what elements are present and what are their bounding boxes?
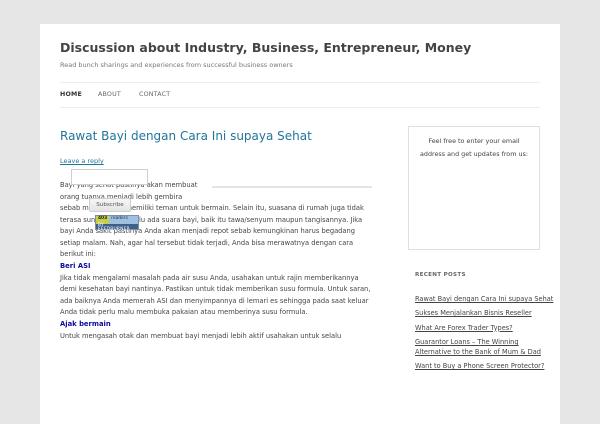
feedburner-badge[interactable]: 403 readers BY FEEDBURNER [95, 215, 139, 232]
nav-item-contact[interactable]: CONTACT [139, 91, 170, 98]
recent-post-link[interactable]: What Are Forex Trader Types? [415, 324, 513, 332]
main-navigation: HOME ABOUT CONTACT [60, 82, 540, 108]
section-heading: Ajak bermain [60, 319, 111, 328]
image-placeholder-divider [212, 186, 372, 188]
list-item: Sukses Menjalankan Bisnis Reseller [415, 308, 555, 318]
recent-post-link[interactable]: Want to Buy a Phone Screen Protector? [415, 362, 544, 370]
section-paragraph: Jika tidak mengalami masalah pada air su… [60, 273, 371, 317]
recent-post-link[interactable]: Guarantor Loans – The Winning Alternativ… [415, 338, 541, 356]
site-title[interactable]: Discussion about Industry, Business, Ent… [60, 40, 471, 55]
page-container: Discussion about Industry, Business, Ent… [40, 24, 560, 424]
nav-item-home[interactable]: HOME [60, 91, 82, 98]
site-description: Read bunch sharings and experiences from… [60, 61, 293, 69]
list-item: Rawat Bayi dengan Cara Ini supaya Sehat [415, 294, 555, 304]
list-item: What Are Forex Trader Types? [415, 323, 555, 333]
subscribe-text: Feel free to enter your email address an… [419, 137, 529, 158]
section-heading: Beri ASI [60, 261, 91, 270]
nav-item-about[interactable]: ABOUT [98, 91, 121, 98]
list-item: Guarantor Loans – The Winning Alternativ… [415, 337, 555, 358]
leave-reply-link[interactable]: Leave a reply [60, 157, 104, 165]
recent-post-link[interactable]: Rawat Bayi dengan Cara Ini supaya Sehat [415, 295, 553, 303]
recent-post-link[interactable]: Sukses Menjalankan Bisnis Reseller [415, 309, 532, 317]
feedburner-logo: BY FEEDBURNER [96, 223, 138, 232]
section-paragraph: Untuk mengasah otak dan membuat bayi men… [60, 331, 342, 340]
recent-posts-list: Rawat Bayi dengan Cara Ini supaya Sehat … [415, 294, 555, 376]
subscribe-button[interactable]: Subscribe [89, 198, 131, 212]
email-field[interactable] [71, 169, 148, 185]
subscribe-widget: Feel free to enter your email address an… [408, 126, 540, 250]
post-title[interactable]: Rawat Bayi dengan Cara Ini supaya Sehat [60, 129, 312, 143]
list-item: Want to Buy a Phone Screen Protector? [415, 361, 555, 371]
feed-reader-label: readers [109, 216, 138, 224]
recent-posts-heading: RECENT POSTS [415, 272, 466, 278]
